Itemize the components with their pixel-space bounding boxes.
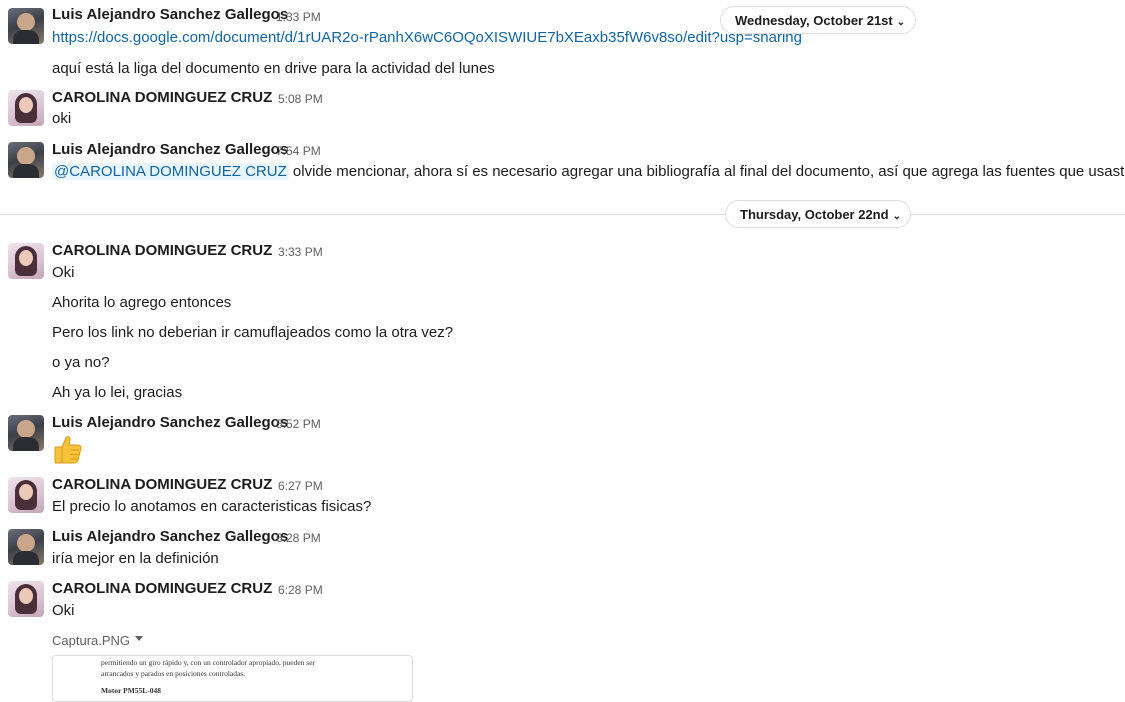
message-text: aquí está la liga del documento en drive… [52,60,495,77]
message-timestamp[interactable]: 5:52 PM [276,417,321,431]
preview-line: permitiendo un giro rápido y, con un con… [101,658,316,667]
file-name[interactable]: Captura.PNG [52,633,130,648]
avatar[interactable] [8,529,44,565]
sender-name[interactable]: Luis Alejandro Sanchez Gallegos [52,6,288,23]
file-preview[interactable]: permitiendo un giro rápido y, con un con… [52,655,413,702]
message-timestamp[interactable]: 6:28 PM [276,531,321,545]
thumbs-up-icon [54,436,82,464]
avatar[interactable] [8,90,44,126]
message-timestamp[interactable]: 6:27 PM [278,479,323,493]
message-timestamp[interactable]: 7:54 PM [276,144,321,158]
message-timestamp[interactable]: 1:33 PM [276,10,321,24]
sender-name[interactable]: Luis Alejandro Sanchez Gallegos [52,414,288,431]
sender-name[interactable]: CAROLINA DOMINGUEZ CRUZ [52,89,272,106]
date-label: Thursday, October 22nd [740,207,889,222]
message-text: o ya no? [52,354,110,371]
avatar[interactable] [8,415,44,451]
message-text: Pero los link no deberian ir camuflajead… [52,324,454,341]
user-mention[interactable]: @CAROLINA DOMINGUEZ CRUZ [52,163,289,180]
sender-name[interactable]: Luis Alejandro Sanchez Gallegos [52,528,288,545]
sender-name[interactable]: CAROLINA DOMINGUEZ CRUZ [52,242,272,259]
chevron-down-icon: ⌄ [896,17,906,28]
message-body: olvide mencionar, ahora sí es necesario … [292,163,1125,180]
message-text: Oki [52,602,75,619]
message-text: Ahorita lo agrego entonces [52,294,232,311]
avatar[interactable] [8,243,44,279]
date-label: Wednesday, October 21st [735,13,893,28]
sender-name[interactable]: CAROLINA DOMINGUEZ CRUZ [52,580,272,597]
day-divider [0,214,1125,215]
sender-name[interactable]: CAROLINA DOMINGUEZ CRUZ [52,476,272,493]
preview-line: arrancados y parados en posiciones contr… [101,669,246,678]
message-timestamp[interactable]: 3:33 PM [278,245,323,259]
avatar[interactable] [8,142,44,178]
message-timestamp[interactable]: 6:28 PM [278,583,323,597]
message-text: Oki [52,264,75,281]
date-divider-button[interactable]: Wednesday, October 21st ⌄ [720,6,916,34]
avatar[interactable] [8,8,44,44]
message-text: iría mejor en la definición [52,550,219,567]
caret-down-icon[interactable] [135,636,143,641]
message-timestamp[interactable]: 5:08 PM [278,92,323,106]
message-text: Ah ya lo lei, gracias [52,384,183,401]
message-text: El precio lo anotamos en caracteristicas… [52,498,372,515]
date-divider-button[interactable]: Thursday, October 22nd ⌄ [725,200,911,228]
message-text: @CAROLINA DOMINGUEZ CRUZ olvide menciona… [52,163,1125,180]
message-text: oki [52,110,72,127]
chevron-down-icon: ⌄ [892,211,901,222]
sender-name[interactable]: Luis Alejandro Sanchez Gallegos [52,141,288,158]
avatar[interactable] [8,477,44,513]
avatar[interactable] [8,581,44,617]
message-link[interactable]: https://docs.google.com/document/d/1rUAR… [52,29,802,46]
